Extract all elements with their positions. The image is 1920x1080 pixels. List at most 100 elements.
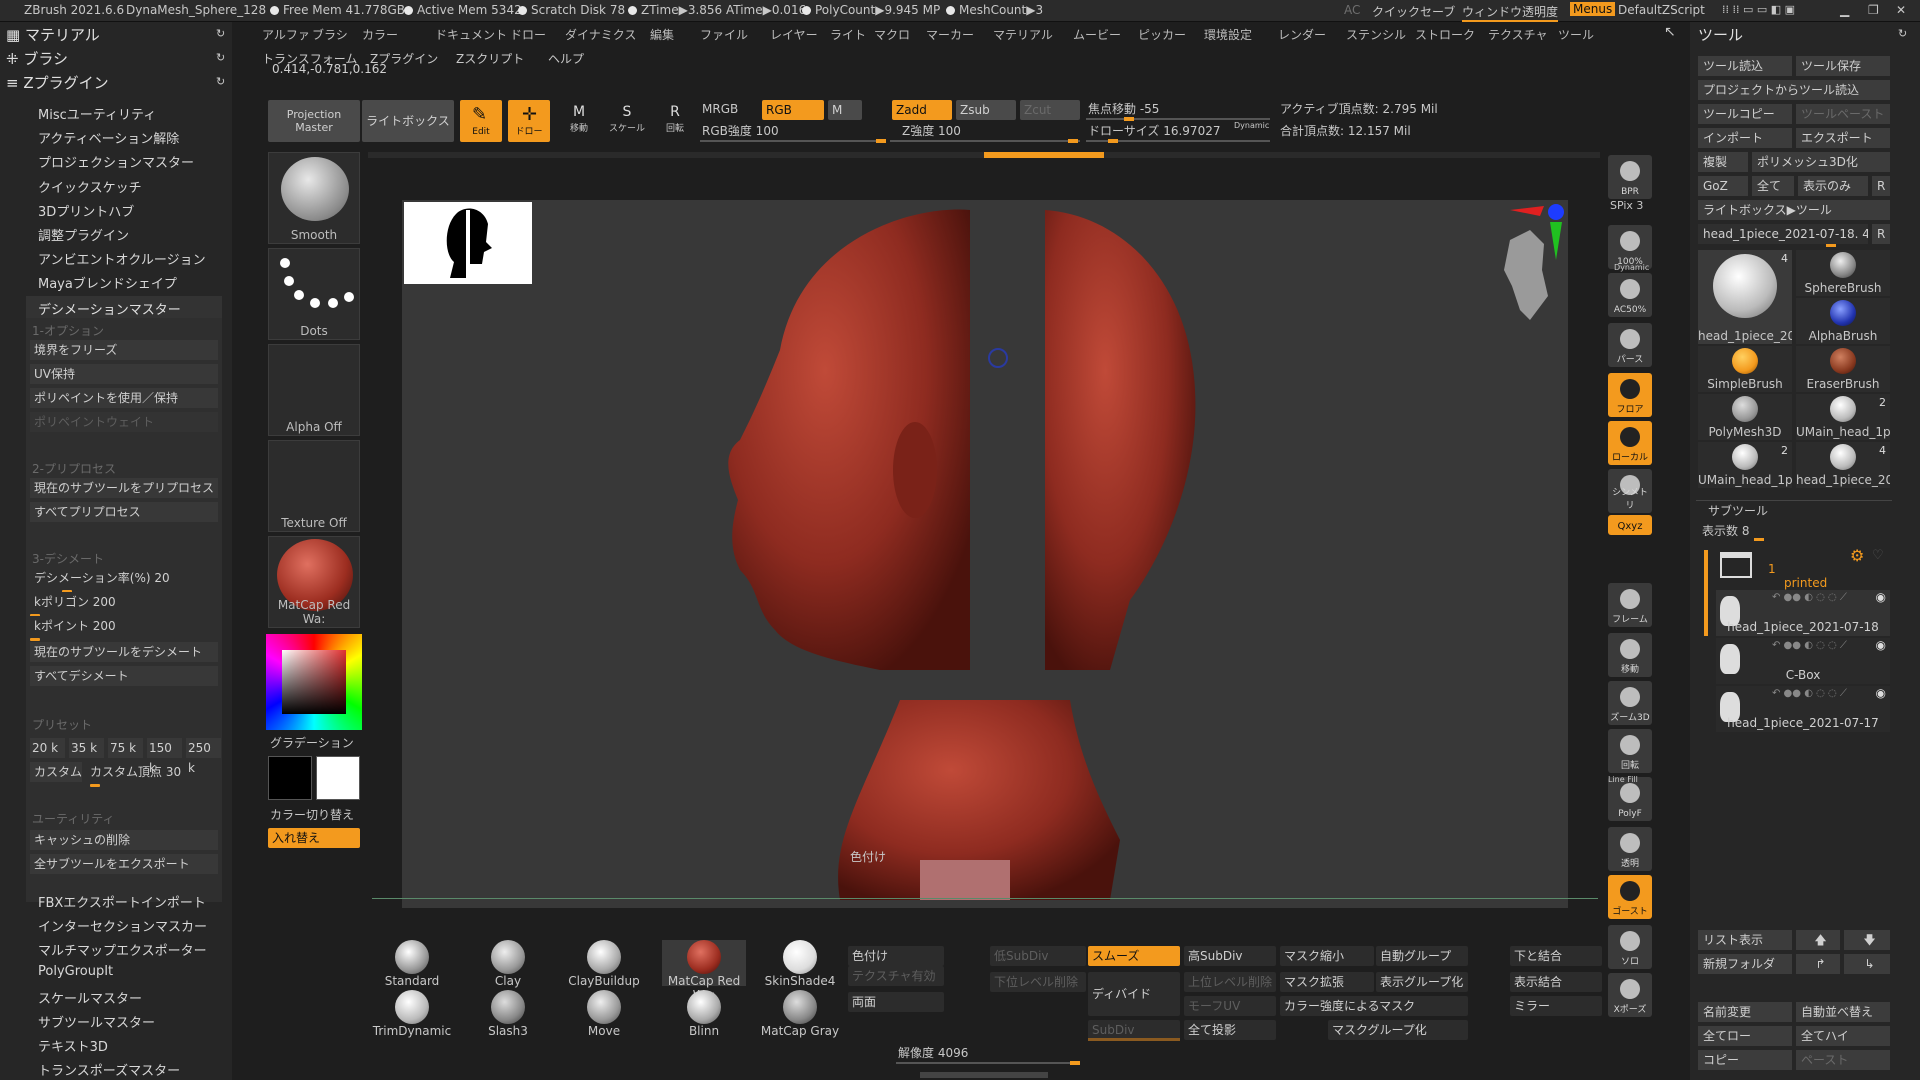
eye-icon[interactable]: ◉ xyxy=(1876,590,1886,604)
plugin-item[interactable]: 3Dプリントハブ xyxy=(38,201,134,220)
perspective-button[interactable]: パース xyxy=(1608,323,1652,367)
merge-visible-button[interactable]: 表示結合 xyxy=(1510,972,1602,992)
menu-10[interactable]: ライト xyxy=(830,26,866,43)
texture-on-button[interactable]: テクスチャ有効 xyxy=(848,966,944,986)
preprocess-all-button[interactable]: すべてプリプロセス xyxy=(30,502,218,522)
eye-icon[interactable]: ◉ xyxy=(1876,638,1886,652)
plugin-item[interactable]: マルチマップエクスポーター xyxy=(38,940,207,959)
morph-uv-button[interactable]: モーフUV xyxy=(1184,996,1276,1016)
current-tool-slider[interactable]: head_1piece_2021-07-18. 41 xyxy=(1698,224,1868,244)
menu-9[interactable]: レイヤー xyxy=(770,26,818,43)
plugin-item[interactable]: スケールマスター xyxy=(38,988,142,1007)
minimize-icon[interactable]: ▁ xyxy=(1840,3,1849,17)
tool-item[interactable]: head_1piece_20 4 xyxy=(1796,442,1890,488)
plugin-item[interactable]: Miscユーティリティ xyxy=(38,104,156,123)
projection-master-button[interactable]: Projection Master xyxy=(268,100,360,142)
group-visible-button[interactable]: 表示グループ化 xyxy=(1376,972,1468,992)
load-from-project-button[interactable]: プロジェクトからツール読込 xyxy=(1698,80,1890,100)
bottom-brush-item[interactable]: Standard xyxy=(370,940,454,988)
material-palette-header[interactable]: ▦ マテリアル xyxy=(6,24,100,45)
rotate-view-button[interactable]: 回転 xyxy=(1608,729,1652,773)
menu-15[interactable]: ピッカー xyxy=(1138,26,1186,43)
subtool-toggles[interactable]: ↶ ●● ◐ ◌ ◌ ⟋ xyxy=(1772,640,1847,651)
mirror-button[interactable]: ミラー xyxy=(1510,996,1602,1016)
bottom-brush-item[interactable]: Slash3 xyxy=(466,990,550,1038)
folder-icon[interactable] xyxy=(1720,552,1752,578)
subtool-row[interactable]: ↶ ●● ◐ ◌ ◌ ⟋ ◉ C-Box xyxy=(1716,638,1890,684)
floor-button[interactable]: フロア xyxy=(1608,373,1652,417)
plugin-item[interactable]: プロジェクションマスター xyxy=(38,152,194,171)
zplugin-palette-header[interactable]: ≡ Zプラグイン xyxy=(6,72,109,93)
plugin-item[interactable]: PolyGroupIt xyxy=(38,964,113,979)
tool-item[interactable]: UMain_head_1p 2 xyxy=(1698,442,1792,488)
menu-11[interactable]: マクロ xyxy=(874,26,910,43)
solo-button[interactable]: ソロ xyxy=(1608,925,1652,969)
custom-button[interactable]: カスタム xyxy=(30,762,82,782)
zoom-view-button[interactable]: ズーム3D xyxy=(1608,681,1652,725)
menu-14[interactable]: ムービー xyxy=(1073,26,1121,43)
plugin-item[interactable]: インターセクションマスカー xyxy=(38,916,207,935)
list-view-button[interactable]: リスト表示 xyxy=(1698,930,1792,950)
delete-cache-button[interactable]: キャッシュの削除 xyxy=(30,830,218,850)
mrgb-button[interactable]: MRGB xyxy=(702,102,738,116)
mask-by-color-button[interactable]: カラー強度によるマスク xyxy=(1280,996,1468,1016)
goz-all-button[interactable]: 全て xyxy=(1752,176,1794,196)
bpr-button[interactable]: BPR xyxy=(1608,155,1652,199)
scale-button[interactable]: S スケール xyxy=(608,104,646,142)
folder-move-up-icon[interactable]: ↱ xyxy=(1796,954,1840,974)
lightbox-tools-button[interactable]: ライトボックス▶ツール xyxy=(1698,200,1890,220)
make-polymesh-button[interactable]: ポリメッシュ3D化 xyxy=(1752,152,1890,172)
preset-button[interactable]: 150 k xyxy=(147,738,182,775)
brush-palette-header[interactable]: ⁜ ブラシ xyxy=(6,48,68,69)
tool-item[interactable]: SphereBrush xyxy=(1796,250,1890,296)
menus-toggle[interactable]: Menus xyxy=(1570,2,1616,16)
bottom-brush-item[interactable]: SkinShade4 xyxy=(758,940,842,988)
dynamic-toggle[interactable]: Dynamic xyxy=(1234,121,1269,130)
preset-button[interactable]: 250 k xyxy=(186,738,221,775)
all-low-button[interactable]: 全てロー xyxy=(1698,1026,1792,1046)
rgb-button[interactable]: RGB xyxy=(762,100,824,120)
kpolygon-slider[interactable]: kポリゴン 200 xyxy=(30,592,218,612)
close-icon[interactable]: ✕ xyxy=(1896,3,1906,17)
bottom-brush-item[interactable]: Clay xyxy=(466,940,550,988)
new-folder-button[interactable]: 新規フォルダ xyxy=(1698,954,1792,974)
spix-slider[interactable]: SPix 3 xyxy=(1610,199,1643,212)
plugin-item[interactable]: 調整プラグイン xyxy=(38,225,129,244)
zcut-button[interactable]: Zcut xyxy=(1020,100,1080,120)
load-tool-button[interactable]: ツール読込 xyxy=(1698,56,1792,76)
menu2-4[interactable]: ヘルプ xyxy=(548,50,584,67)
transparency-button[interactable]: 透明 xyxy=(1608,827,1652,871)
focal-shift-slider[interactable]: 焦点移動 -55 xyxy=(1088,100,1159,117)
tool-item[interactable]: head_1piece_20 4 xyxy=(1698,250,1792,344)
mask-shrink-button[interactable]: マスク縮小 xyxy=(1280,946,1374,966)
zadd-button[interactable]: Zadd xyxy=(892,100,952,120)
xpose-button[interactable]: Xポーズ xyxy=(1608,973,1652,1017)
material-thumbnail[interactable]: MatCap Red Wa: xyxy=(268,536,360,628)
folder-heart-icon[interactable]: ♡ xyxy=(1872,548,1884,563)
color-picker-square[interactable] xyxy=(282,650,346,714)
keep-uvs-button[interactable]: UV保持 xyxy=(30,364,218,384)
swap-button[interactable]: 入れ替え xyxy=(268,828,360,848)
switch-color-button[interactable]: カラー切り替え xyxy=(270,806,354,823)
plugin-item[interactable]: サブツールマスター xyxy=(38,1012,155,1031)
eye-icon[interactable]: ◉ xyxy=(1876,686,1886,700)
subdiv-slider[interactable]: SubDiv xyxy=(1088,1020,1180,1040)
export-all-subtools-button[interactable]: 全サブツールをエクスポート xyxy=(30,854,218,874)
rotate-button[interactable]: R 回転 xyxy=(656,104,694,142)
resolution-slider[interactable]: 解像度 4096 xyxy=(898,1044,968,1061)
menu-7[interactable]: 編集 xyxy=(650,26,674,43)
plugin-item[interactable]: Mayaブレンドシェイプ xyxy=(38,273,177,292)
decimate-current-button[interactable]: 現在のサブツールをデシメート xyxy=(30,642,218,662)
lower-subdiv-button[interactable]: 低SubDiv xyxy=(990,946,1086,966)
subtool-row[interactable]: ↶ ●● ◐ ◌ ◌ ⟋ ◉ head_1piece_2021-07-17 xyxy=(1716,686,1890,732)
freeze-borders-button[interactable]: 境界をフリーズ xyxy=(30,340,218,360)
current-tool-r-button[interactable]: R xyxy=(1872,224,1890,244)
window-transparency[interactable]: ウィンドウ透明度 xyxy=(1462,3,1559,22)
colorize-button[interactable]: 色付け xyxy=(850,848,886,865)
preset-button[interactable]: 35 k xyxy=(69,738,104,758)
move-view-button[interactable]: 移動 xyxy=(1608,633,1652,677)
secondary-color-swatch[interactable] xyxy=(316,756,360,800)
folder-name[interactable]: printed xyxy=(1784,576,1827,590)
menu-18[interactable]: ステンシル xyxy=(1346,26,1406,43)
menu-1[interactable]: アルファ xyxy=(262,26,310,43)
